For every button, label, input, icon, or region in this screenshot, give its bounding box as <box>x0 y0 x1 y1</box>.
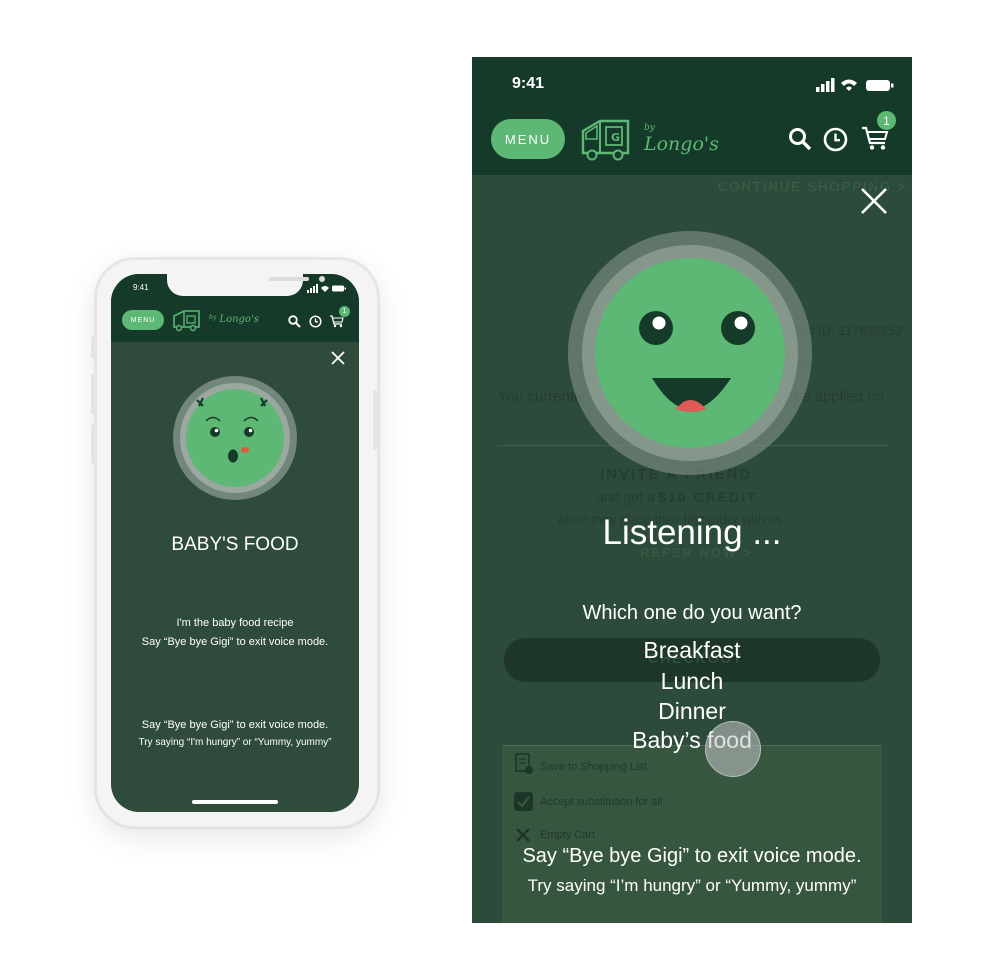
menu-button[interactable]: MENU <box>122 310 164 330</box>
page-title: BABY'S FOOD <box>171 534 299 555</box>
phone-volume-up <box>91 374 95 414</box>
tap-indicator <box>705 721 761 777</box>
credit-prefix: and get a <box>596 489 659 505</box>
accept-substitution-label: Accept substitution for all <box>540 796 663 808</box>
menu-button[interactable]: MENU <box>491 119 565 159</box>
save-to-list-link[interactable]: Save to Shopping List <box>540 761 647 773</box>
voice-question: Which one do you want? <box>582 602 802 624</box>
accept-substitution-checkbox[interactable] <box>514 792 533 811</box>
recipe-line: I'm the baby food recipe <box>176 617 294 629</box>
cart-options-panel: Save to Shopping List Accept substitutio… <box>502 745 882 923</box>
phone-screen: 9:41 MENU by Longo's 1 BABY'S FOOD I'm t… <box>111 274 359 812</box>
logo-by: by <box>644 123 655 133</box>
phone-notch <box>167 274 325 296</box>
gigi-baby-avatar <box>173 376 297 500</box>
invite-credit-line: and get a $10 CREDIT <box>596 489 758 505</box>
cart-count-badge: 1 <box>877 111 896 130</box>
cart-count-badge: 1 <box>339 306 350 317</box>
camera <box>319 276 325 282</box>
longos-logo: by Longo's <box>209 314 259 325</box>
search-icon[interactable] <box>288 315 301 328</box>
status-icons <box>816 78 894 92</box>
logo-text: Longo's <box>219 314 259 325</box>
credit-amount: $10 CREDIT <box>658 489 758 505</box>
close-icon[interactable] <box>858 185 890 217</box>
phone-power-button <box>373 390 377 450</box>
status-time: 9:41 <box>512 75 545 92</box>
checkmark-icon <box>517 796 530 808</box>
listening-status: Listening ... <box>602 513 782 552</box>
option-lunch[interactable]: Lunch <box>472 668 912 695</box>
exit-hint: Say “Bye bye Gigi” to exit voice mode. <box>522 845 862 867</box>
clock-icon[interactable] <box>309 315 322 328</box>
phone-volume-down <box>91 424 95 464</box>
status-icons <box>307 284 346 293</box>
close-icon[interactable] <box>330 350 346 366</box>
status-bar: 9:41 <box>472 57 912 115</box>
try-saying-hint: Try saying “I’m hungry” or “Yummy, yummy… <box>527 876 857 895</box>
clock-icon[interactable] <box>823 127 848 152</box>
app-header: MENU by Longo's 1 <box>111 300 359 342</box>
option-babys-food[interactable]: Baby’s food <box>472 727 912 754</box>
speaker <box>269 277 309 281</box>
phone-mute-button <box>91 336 95 358</box>
empty-cart-icon[interactable] <box>516 828 530 842</box>
delivery-truck-logo-icon <box>173 310 200 332</box>
search-icon[interactable] <box>788 127 812 151</box>
gigi-listening-avatar <box>568 231 812 475</box>
shopping-list-icon[interactable] <box>514 753 534 775</box>
home-indicator[interactable] <box>192 800 278 804</box>
delivery-truck-logo-icon: G <box>581 119 630 161</box>
empty-cart-link[interactable]: Empty Cart <box>540 829 595 841</box>
option-dinner[interactable]: Dinner <box>472 698 912 725</box>
exit-hint-line: Say “Bye bye Gigi” to exit voice mode. <box>141 636 329 648</box>
option-breakfast[interactable]: Breakfast <box>472 637 912 664</box>
app-header: MENU G by Longo's <box>472 115 912 175</box>
status-time: 9:41 <box>133 283 149 292</box>
longos-logo: Longo's <box>644 133 719 155</box>
exit-hint-bottom: Say “Bye bye Gigi” to exit voice mode. <box>141 719 329 731</box>
logo-by: by <box>209 314 217 321</box>
voice-mode-screen: 9:41 MENU G by Longo's 1 CONTINUE SHOPPI… <box>472 57 912 923</box>
try-saying-hint: Try saying “I'm hungry” or “Yummy, yummy… <box>138 737 332 748</box>
svg-text:G: G <box>611 131 620 144</box>
